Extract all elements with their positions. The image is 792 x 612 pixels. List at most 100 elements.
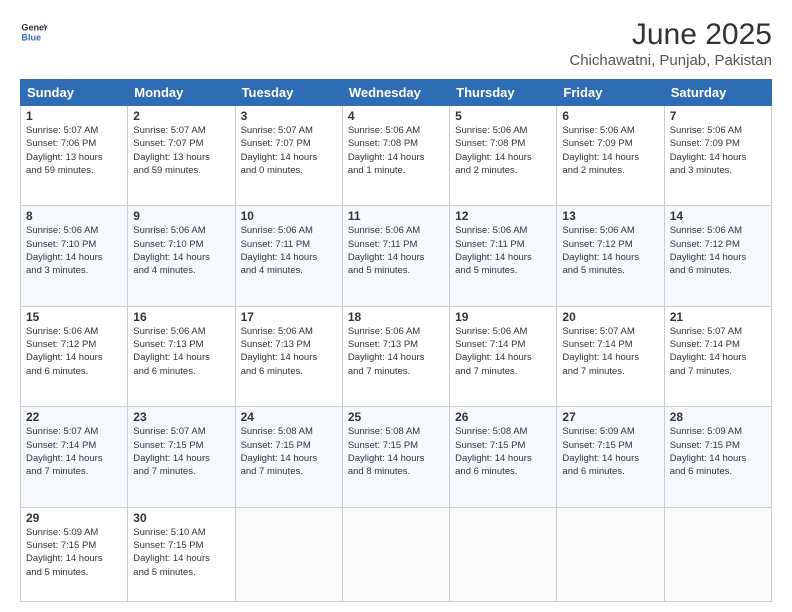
day-number: 5	[455, 109, 551, 123]
day-info: Sunrise: 5:06 AM Sunset: 7:11 PM Dayligh…	[241, 224, 337, 277]
day-info: Sunrise: 5:06 AM Sunset: 7:10 PM Dayligh…	[133, 224, 229, 277]
table-row: 16Sunrise: 5:06 AM Sunset: 7:13 PM Dayli…	[128, 306, 235, 406]
table-row	[450, 507, 557, 601]
day-info: Sunrise: 5:07 AM Sunset: 7:07 PM Dayligh…	[133, 124, 229, 177]
day-info: Sunrise: 5:07 AM Sunset: 7:14 PM Dayligh…	[670, 325, 766, 378]
table-row: 5Sunrise: 5:06 AM Sunset: 7:08 PM Daylig…	[450, 106, 557, 206]
table-row: 20Sunrise: 5:07 AM Sunset: 7:14 PM Dayli…	[557, 306, 664, 406]
day-number: 9	[133, 209, 229, 223]
day-info: Sunrise: 5:06 AM Sunset: 7:08 PM Dayligh…	[348, 124, 444, 177]
day-number: 27	[562, 410, 658, 424]
day-number: 12	[455, 209, 551, 223]
table-row: 21Sunrise: 5:07 AM Sunset: 7:14 PM Dayli…	[664, 306, 771, 406]
table-row: 13Sunrise: 5:06 AM Sunset: 7:12 PM Dayli…	[557, 206, 664, 306]
table-row: 15Sunrise: 5:06 AM Sunset: 7:12 PM Dayli…	[21, 306, 128, 406]
day-info: Sunrise: 5:06 AM Sunset: 7:13 PM Dayligh…	[133, 325, 229, 378]
day-number: 8	[26, 209, 122, 223]
day-number: 1	[26, 109, 122, 123]
day-info: Sunrise: 5:09 AM Sunset: 7:15 PM Dayligh…	[670, 425, 766, 478]
day-number: 26	[455, 410, 551, 424]
generalblue-logo-icon: General Blue	[20, 18, 48, 46]
table-row: 23Sunrise: 5:07 AM Sunset: 7:15 PM Dayli…	[128, 407, 235, 507]
day-number: 24	[241, 410, 337, 424]
day-info: Sunrise: 5:06 AM Sunset: 7:12 PM Dayligh…	[26, 325, 122, 378]
day-info: Sunrise: 5:06 AM Sunset: 7:14 PM Dayligh…	[455, 325, 551, 378]
table-row: 6Sunrise: 5:06 AM Sunset: 7:09 PM Daylig…	[557, 106, 664, 206]
table-row: 27Sunrise: 5:09 AM Sunset: 7:15 PM Dayli…	[557, 407, 664, 507]
day-info: Sunrise: 5:08 AM Sunset: 7:15 PM Dayligh…	[241, 425, 337, 478]
day-info: Sunrise: 5:06 AM Sunset: 7:11 PM Dayligh…	[455, 224, 551, 277]
day-number: 29	[26, 511, 122, 525]
day-info: Sunrise: 5:06 AM Sunset: 7:11 PM Dayligh…	[348, 224, 444, 277]
table-row: 10Sunrise: 5:06 AM Sunset: 7:11 PM Dayli…	[235, 206, 342, 306]
col-thursday: Thursday	[450, 80, 557, 106]
table-row: 14Sunrise: 5:06 AM Sunset: 7:12 PM Dayli…	[664, 206, 771, 306]
day-info: Sunrise: 5:09 AM Sunset: 7:15 PM Dayligh…	[26, 526, 122, 579]
table-row: 4Sunrise: 5:06 AM Sunset: 7:08 PM Daylig…	[342, 106, 449, 206]
table-row: 11Sunrise: 5:06 AM Sunset: 7:11 PM Dayli…	[342, 206, 449, 306]
table-row: 2Sunrise: 5:07 AM Sunset: 7:07 PM Daylig…	[128, 106, 235, 206]
table-row: 9Sunrise: 5:06 AM Sunset: 7:10 PM Daylig…	[128, 206, 235, 306]
day-info: Sunrise: 5:07 AM Sunset: 7:07 PM Dayligh…	[241, 124, 337, 177]
day-info: Sunrise: 5:06 AM Sunset: 7:13 PM Dayligh…	[348, 325, 444, 378]
day-number: 13	[562, 209, 658, 223]
table-row	[664, 507, 771, 601]
day-info: Sunrise: 5:06 AM Sunset: 7:10 PM Dayligh…	[26, 224, 122, 277]
day-number: 14	[670, 209, 766, 223]
logo: General Blue General Blue	[20, 18, 48, 46]
calendar-header-row: Sunday Monday Tuesday Wednesday Thursday…	[21, 80, 772, 106]
day-number: 3	[241, 109, 337, 123]
day-info: Sunrise: 5:08 AM Sunset: 7:15 PM Dayligh…	[455, 425, 551, 478]
day-info: Sunrise: 5:09 AM Sunset: 7:15 PM Dayligh…	[562, 425, 658, 478]
calendar-table: Sunday Monday Tuesday Wednesday Thursday…	[20, 79, 772, 602]
day-number: 11	[348, 209, 444, 223]
day-number: 20	[562, 310, 658, 324]
col-wednesday: Wednesday	[342, 80, 449, 106]
day-number: 19	[455, 310, 551, 324]
table-row: 7Sunrise: 5:06 AM Sunset: 7:09 PM Daylig…	[664, 106, 771, 206]
col-friday: Friday	[557, 80, 664, 106]
day-number: 17	[241, 310, 337, 324]
day-info: Sunrise: 5:10 AM Sunset: 7:15 PM Dayligh…	[133, 526, 229, 579]
col-saturday: Saturday	[664, 80, 771, 106]
col-sunday: Sunday	[21, 80, 128, 106]
table-row	[235, 507, 342, 601]
header: General Blue General Blue June 2025 Chic…	[20, 18, 772, 69]
table-row: 1Sunrise: 5:07 AM Sunset: 7:06 PM Daylig…	[21, 106, 128, 206]
table-row: 17Sunrise: 5:06 AM Sunset: 7:13 PM Dayli…	[235, 306, 342, 406]
table-row: 25Sunrise: 5:08 AM Sunset: 7:15 PM Dayli…	[342, 407, 449, 507]
title-block: June 2025 Chichawatni, Punjab, Pakistan	[569, 18, 772, 69]
page: General Blue General Blue June 2025 Chic…	[0, 0, 792, 612]
day-number: 6	[562, 109, 658, 123]
table-row: 18Sunrise: 5:06 AM Sunset: 7:13 PM Dayli…	[342, 306, 449, 406]
day-number: 2	[133, 109, 229, 123]
table-row: 3Sunrise: 5:07 AM Sunset: 7:07 PM Daylig…	[235, 106, 342, 206]
table-row	[557, 507, 664, 601]
table-row: 28Sunrise: 5:09 AM Sunset: 7:15 PM Dayli…	[664, 407, 771, 507]
svg-text:Blue: Blue	[21, 32, 41, 42]
day-number: 7	[670, 109, 766, 123]
col-tuesday: Tuesday	[235, 80, 342, 106]
day-info: Sunrise: 5:07 AM Sunset: 7:06 PM Dayligh…	[26, 124, 122, 177]
day-info: Sunrise: 5:06 AM Sunset: 7:09 PM Dayligh…	[670, 124, 766, 177]
day-number: 4	[348, 109, 444, 123]
day-number: 10	[241, 209, 337, 223]
day-number: 16	[133, 310, 229, 324]
day-number: 21	[670, 310, 766, 324]
day-number: 15	[26, 310, 122, 324]
day-number: 25	[348, 410, 444, 424]
day-number: 28	[670, 410, 766, 424]
day-number: 22	[26, 410, 122, 424]
table-row: 24Sunrise: 5:08 AM Sunset: 7:15 PM Dayli…	[235, 407, 342, 507]
day-number: 23	[133, 410, 229, 424]
table-row	[342, 507, 449, 601]
table-row: 8Sunrise: 5:06 AM Sunset: 7:10 PM Daylig…	[21, 206, 128, 306]
day-info: Sunrise: 5:06 AM Sunset: 7:13 PM Dayligh…	[241, 325, 337, 378]
calendar-subtitle: Chichawatni, Punjab, Pakistan	[569, 52, 772, 69]
day-info: Sunrise: 5:06 AM Sunset: 7:12 PM Dayligh…	[562, 224, 658, 277]
day-info: Sunrise: 5:07 AM Sunset: 7:14 PM Dayligh…	[26, 425, 122, 478]
day-number: 18	[348, 310, 444, 324]
table-row: 22Sunrise: 5:07 AM Sunset: 7:14 PM Dayli…	[21, 407, 128, 507]
day-number: 30	[133, 511, 229, 525]
table-row: 29Sunrise: 5:09 AM Sunset: 7:15 PM Dayli…	[21, 507, 128, 601]
